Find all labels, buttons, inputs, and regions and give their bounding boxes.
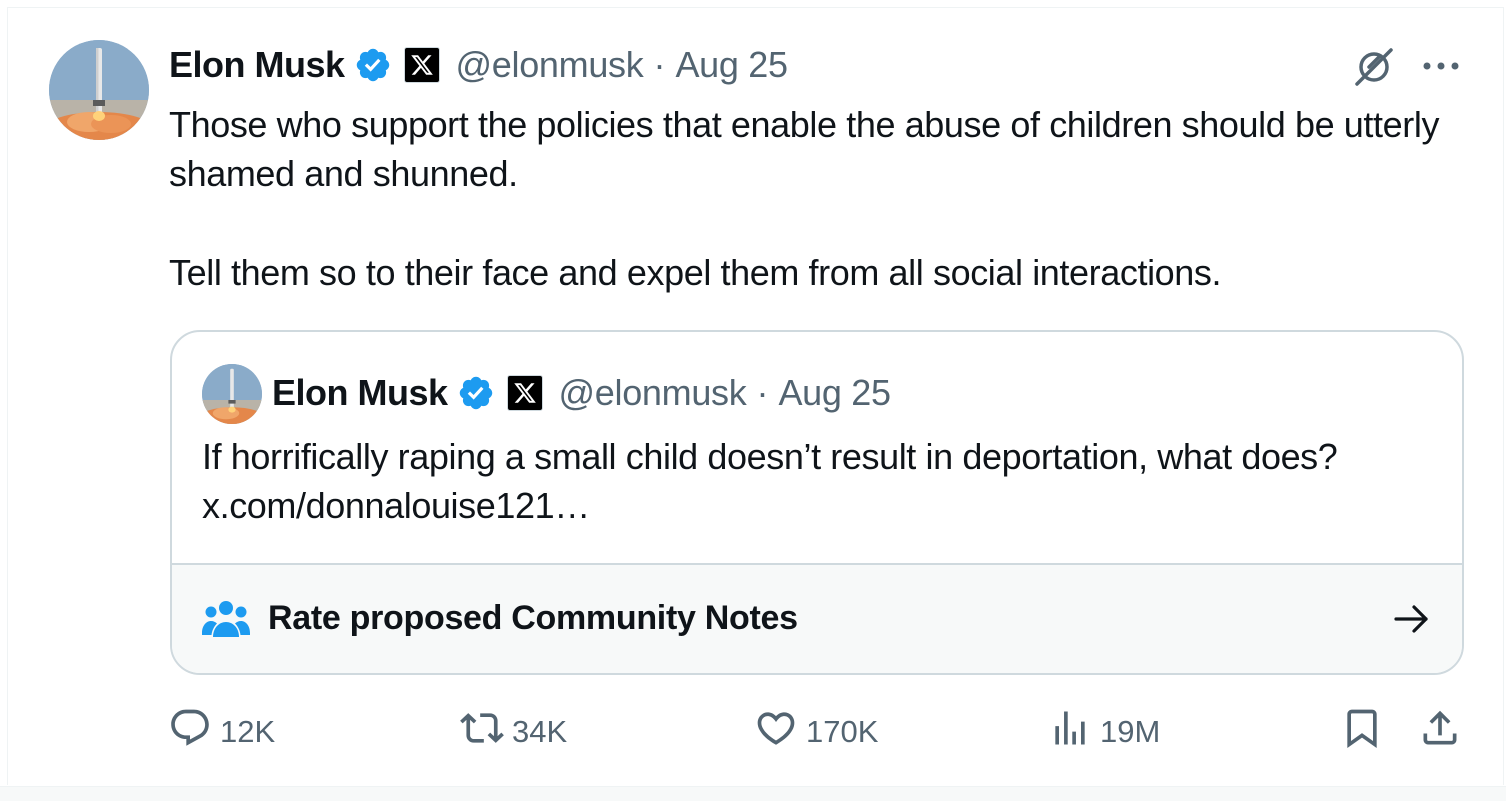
- quoted-tweet-text: If horrifically raping a small child doe…: [202, 432, 1422, 530]
- share-button[interactable]: [1418, 708, 1462, 756]
- like-button[interactable]: 170K: [754, 708, 878, 756]
- separator-dot: ·: [653, 44, 666, 85]
- repost-count: 34K: [512, 714, 568, 749]
- quoted-author-name[interactable]: Elon Musk: [272, 368, 448, 418]
- author-avatar[interactable]: [49, 40, 149, 140]
- quoted-tweet-body: If horrifically raping a small child doe…: [202, 436, 1338, 477]
- arrow-right-icon: [1392, 601, 1432, 637]
- like-count: 170K: [806, 714, 879, 749]
- community-notes-label: Rate proposed Community Notes: [268, 599, 798, 637]
- grok-icon[interactable]: [1351, 43, 1397, 89]
- timeline-divider: [0, 786, 1506, 801]
- more-dots-icon[interactable]: [1421, 48, 1461, 84]
- tweet-paragraph: Those who support the policies that enab…: [169, 104, 1440, 194]
- rocket-launch-image: [202, 364, 262, 424]
- heart-icon: [754, 706, 806, 758]
- tweet-text: Those who support the policies that enab…: [169, 100, 1479, 297]
- verified-badge-icon[interactable]: [457, 374, 495, 412]
- reply-count: 12K: [220, 714, 276, 749]
- tweet-date[interactable]: Aug 25: [675, 40, 788, 90]
- reply-button[interactable]: 12K: [168, 708, 275, 756]
- share-icon: [1418, 706, 1462, 758]
- views-count: 19M: [1100, 714, 1161, 749]
- quoted-tweet[interactable]: Elon Musk @elonmusk · Aug 25 If horrific…: [170, 330, 1464, 675]
- tweet-paragraph: Tell them so to their face and expel the…: [169, 252, 1222, 293]
- bookmark-button[interactable]: [1340, 708, 1384, 756]
- x-logo-icon[interactable]: [403, 47, 440, 83]
- community-notes-icon: [202, 599, 250, 639]
- quoted-author-avatar[interactable]: [202, 364, 262, 424]
- repost-button[interactable]: 34K: [460, 708, 567, 756]
- tweet-header: Elon Musk @elonmusk · Aug 25: [169, 40, 788, 90]
- bookmark-icon: [1340, 706, 1384, 758]
- community-notes-bar[interactable]: Rate proposed Community Notes: [172, 563, 1462, 673]
- reply-icon: [168, 706, 220, 758]
- quoted-tweet-header: Elon Musk @elonmusk · Aug 25: [272, 368, 891, 418]
- x-logo-icon[interactable]: [506, 375, 543, 411]
- quoted-tweet-date[interactable]: Aug 25: [778, 368, 891, 418]
- verified-badge-icon[interactable]: [354, 46, 392, 84]
- separator-dot: ·: [756, 372, 769, 413]
- rocket-launch-image: [49, 40, 149, 140]
- repost-icon: [460, 706, 512, 758]
- views-icon: [1048, 706, 1100, 758]
- quoted-tweet-link[interactable]: x.com/donnalouise121…: [202, 485, 590, 526]
- quoted-author-handle[interactable]: @elonmusk: [559, 368, 747, 418]
- author-name[interactable]: Elon Musk: [169, 40, 345, 90]
- views-button[interactable]: 19M: [1048, 708, 1160, 756]
- author-handle[interactable]: @elonmusk: [456, 40, 644, 90]
- tweet-actions: 12K 34K 170K 19M: [0, 700, 1506, 764]
